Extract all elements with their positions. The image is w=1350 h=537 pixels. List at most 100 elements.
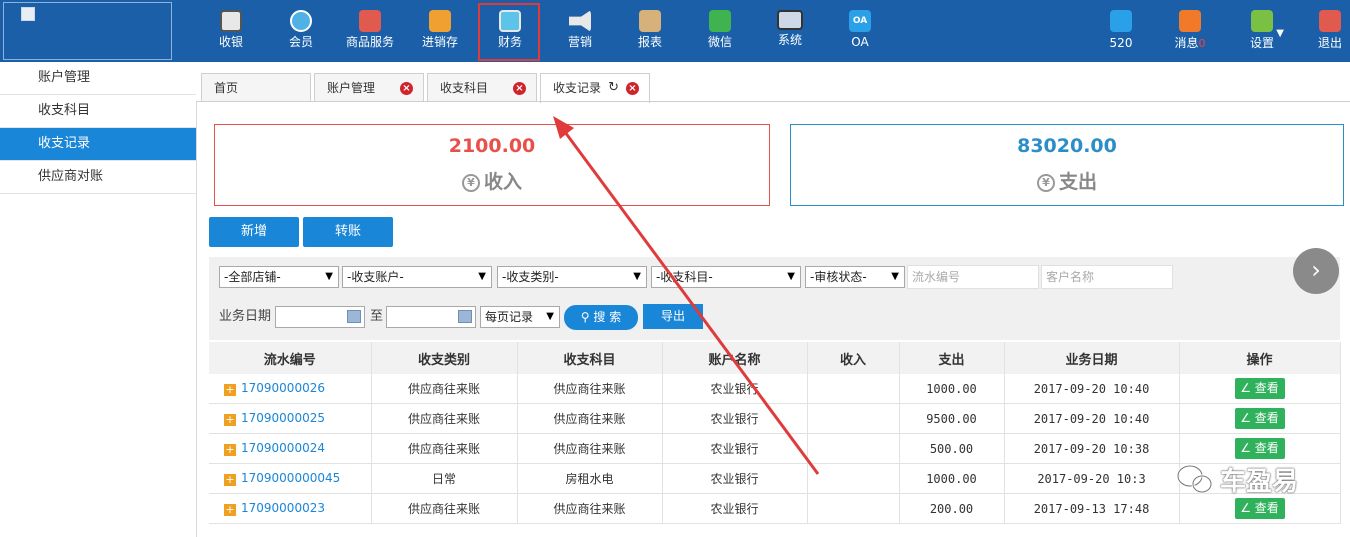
edit-icon: ∠ [1240, 501, 1255, 515]
records-table: 流水编号 收支类别 收支科目 账户名称 收入 支出 业务日期 操作 +17090… [209, 342, 1341, 524]
account-select[interactable]: -收支账户- ▼ [342, 266, 492, 288]
next-arrow-icon[interactable]: › [1293, 248, 1339, 294]
tab-account-management[interactable]: 账户管理 × [314, 73, 424, 102]
nav-item-messages[interactable]: 消息0 [1168, 0, 1212, 62]
serial-link[interactable]: 1709000000045 [241, 471, 340, 485]
expand-icon[interactable]: + [224, 444, 236, 456]
tab-income-expense-records[interactable]: 收支记录 ↻ × [540, 73, 650, 103]
calendar-icon[interactable] [347, 310, 361, 323]
nav-item-oa[interactable]: OA OA [840, 0, 880, 62]
member-icon [290, 10, 312, 32]
serial-number-input[interactable]: 流水编号 [907, 265, 1039, 289]
wechat-watermark-icon [1176, 464, 1213, 494]
nav-item-wechat[interactable]: 微信 [700, 0, 740, 62]
close-icon[interactable]: × [626, 82, 639, 95]
close-icon[interactable]: × [513, 82, 526, 95]
customer-name-input[interactable]: 客户名称 [1041, 265, 1173, 289]
tab-home[interactable]: 首页 [201, 73, 311, 102]
cash-register-icon [220, 10, 242, 32]
view-button[interactable]: ∠ 查看 [1234, 438, 1285, 459]
expand-icon[interactable]: + [224, 384, 236, 396]
system-icon [777, 10, 803, 30]
table-header: 流水编号 收支类别 收支科目 账户名称 收入 支出 业务日期 操作 [209, 342, 1341, 374]
dropdown-arrow-icon: ▼ [478, 271, 486, 282]
header-income: 收入 [807, 342, 900, 374]
store-select[interactable]: -全部店铺- ▼ [219, 266, 339, 288]
nav-item-user[interactable]: 520 [1101, 0, 1141, 62]
header-date: 业务日期 [1004, 342, 1180, 374]
yen-icon: ¥ [1036, 174, 1055, 192]
sidebar-item-supplier-reconciliation[interactable]: 供应商对账 [0, 161, 196, 194]
header-serial: 流水编号 [209, 342, 372, 374]
sidebar-item-income-expense-subjects[interactable]: 收支科目 [0, 95, 196, 128]
view-button[interactable]: ∠ 查看 [1234, 408, 1285, 429]
calendar-icon[interactable] [458, 310, 472, 323]
subject-select[interactable]: -收支科目- ▼ [651, 266, 801, 288]
audit-status-select[interactable]: -审核状态- ▼ [805, 266, 905, 288]
income-label: 收入 [483, 171, 522, 193]
finance-icon [499, 10, 521, 32]
dropdown-arrow-icon: ▼ [633, 271, 641, 282]
nav-item-member[interactable]: 会员 [282, 0, 320, 62]
serial-link[interactable]: 17090000025 [241, 411, 325, 425]
business-date-label: 业务日期 [219, 309, 272, 324]
sidebar: 账户管理 收支科目 收支记录 供应商对账 [0, 62, 197, 537]
sidebar-item-account-management[interactable]: 账户管理 [0, 62, 196, 95]
search-icon: ⚲ [580, 310, 594, 324]
broken-image-icon [21, 7, 35, 21]
product-icon [359, 10, 381, 32]
dropdown-arrow-icon: ▼ [325, 271, 333, 282]
inventory-icon [429, 10, 451, 32]
category-select[interactable]: -收支类别- ▼ [497, 266, 647, 288]
serial-link[interactable]: 17090000024 [241, 441, 325, 455]
table-row: +17090000025 供应商往来账 供应商往来账 农业银行 9500.00 … [209, 403, 1341, 434]
close-icon[interactable]: × [400, 82, 413, 95]
export-button[interactable]: 导出 [643, 304, 703, 329]
to-label: 至 [370, 309, 384, 324]
dropdown-arrow-icon: ▼ [546, 311, 554, 322]
sidebar-item-income-expense-records[interactable]: 收支记录 [0, 128, 196, 161]
nav-item-report[interactable]: 报表 [630, 0, 670, 62]
bell-icon [1179, 10, 1201, 32]
serial-link[interactable]: 17090000026 [241, 381, 325, 395]
start-date-input[interactable] [275, 306, 365, 328]
gear-icon [1251, 10, 1273, 32]
expense-label: 支出 [1058, 171, 1097, 193]
logout-icon [1319, 10, 1341, 32]
nav-item-product-service[interactable]: 商品服务 [342, 0, 398, 62]
chevron-down-icon: ▼ [1276, 28, 1284, 39]
dropdown-arrow-icon: ▼ [891, 271, 899, 282]
nav-item-inventory[interactable]: 进销存 [418, 0, 462, 62]
income-total: 2100.00 [448, 135, 536, 157]
header-expense: 支出 [899, 342, 1005, 374]
view-button[interactable]: ∠ 查看 [1234, 498, 1285, 519]
transfer-button[interactable]: 转账 [303, 217, 393, 247]
nav-item-logout[interactable]: 退出 [1310, 0, 1350, 62]
expand-icon[interactable]: + [224, 474, 236, 486]
nav-item-system[interactable]: 系统 [770, 0, 810, 62]
top-navigation-bar: 收银 会员 商品服务 进销存 财务 营销 报表 微信 系统 OA OA 520 [0, 0, 1350, 62]
refresh-icon[interactable]: ↻ [608, 74, 619, 102]
per-page-select[interactable]: 每页记录 ▼ [480, 306, 560, 328]
edit-icon: ∠ [1240, 441, 1255, 455]
search-button[interactable]: ⚲ 搜 索 [564, 305, 638, 330]
nav-item-marketing[interactable]: 营销 [560, 0, 600, 62]
watermark-text: 车盈易 [1220, 467, 1299, 497]
expense-total: 83020.00 [1017, 135, 1117, 157]
edit-icon: ∠ [1240, 411, 1255, 425]
expand-icon[interactable]: + [224, 504, 236, 516]
expand-icon[interactable]: + [224, 414, 236, 426]
view-button[interactable]: ∠ 查看 [1234, 378, 1285, 399]
tab-divider [196, 101, 1350, 102]
nav-item-settings[interactable]: 设置 ▼ [1240, 0, 1284, 62]
nav-item-cashier[interactable]: 收银 [212, 0, 250, 62]
nav-item-finance[interactable]: 财务 [490, 0, 530, 62]
wechat-icon [709, 10, 731, 32]
header-account: 账户名称 [662, 342, 808, 374]
tab-bar: 首页 账户管理 × 收支科目 × 收支记录 ↻ × [196, 62, 1350, 103]
oa-icon: OA [849, 10, 871, 32]
serial-link[interactable]: 17090000023 [241, 501, 325, 515]
tab-income-expense-subjects[interactable]: 收支科目 × [427, 73, 537, 102]
end-date-input[interactable] [386, 306, 476, 328]
add-button[interactable]: 新增 [209, 217, 299, 247]
